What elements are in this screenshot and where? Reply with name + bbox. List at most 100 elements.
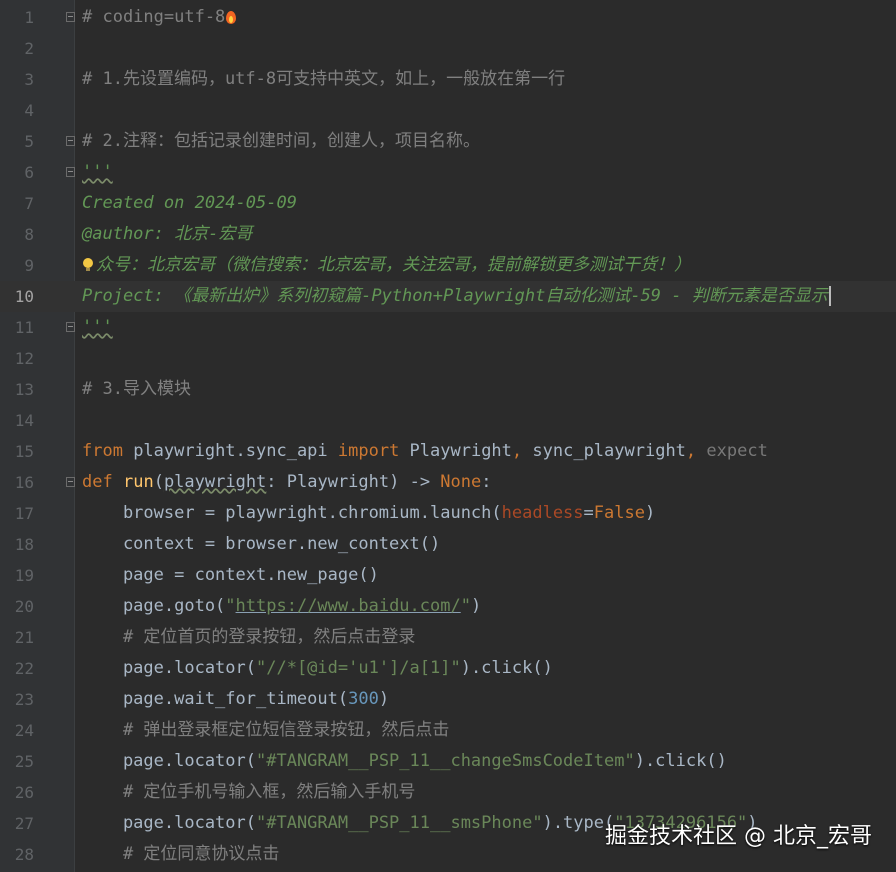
keyword-none: None <box>440 472 482 492</box>
string-literal: "//*[@id='u1']/a[1]" <box>256 658 461 678</box>
line-number: 28 <box>14 845 34 864</box>
line-number: 7 <box>24 194 34 213</box>
code-line[interactable]: 4 <box>0 95 896 126</box>
docstring-open: ''' <box>82 162 113 182</box>
keyword-false: False <box>593 503 645 523</box>
comma: , <box>511 441 523 461</box>
code-line[interactable]: 3 # 1.先设置编码，utf-8可支持中英文，如上，一般放在第一行 <box>0 64 896 95</box>
comment-text: # 3.导入模块 <box>82 379 191 399</box>
code-line[interactable]: 24 # 弹出登录框定位短信登录按钮，然后点击 <box>0 715 896 746</box>
line-number: 25 <box>14 752 34 771</box>
line-number: 4 <box>24 101 34 120</box>
code-line[interactable]: 25 page.locator("#TANGRAM__PSP_11__chang… <box>0 746 896 777</box>
function-definition: def run(playwright: Playwright) -> None: <box>82 472 492 492</box>
code-line[interactable]: 23 page.wait_for_timeout(300) <box>0 684 896 715</box>
line-number: 17 <box>14 504 34 523</box>
imported-name: sync_playwright <box>522 441 686 461</box>
module-name: playwright.sync_api <box>122 441 338 461</box>
keyword-def: def <box>82 472 113 492</box>
line-number: 13 <box>14 380 34 399</box>
fold-icon[interactable] <box>66 322 75 332</box>
docstring-text: 众号：北京宏哥（微信搜索：北京宏哥，关注宏哥，提前解锁更多测试干货！） <box>96 255 691 275</box>
watermark: 掘金技术社区 @ 北京_宏哥 <box>605 824 872 849</box>
fire-icon <box>225 9 237 25</box>
code-line[interactable]: 6 ''' <box>0 157 896 188</box>
comma: , <box>685 441 697 461</box>
code-line[interactable]: 18 context = browser.new_context() <box>0 529 896 560</box>
line-number: 3 <box>24 70 34 89</box>
line-number: 20 <box>14 597 34 616</box>
line-number: 11 <box>14 318 34 337</box>
lightbulb-icon[interactable] <box>82 258 94 272</box>
comment-text: # 定位首页的登录按钮，然后点击登录 <box>82 627 416 647</box>
line-number: 12 <box>14 349 34 368</box>
code-line[interactable]: 9 众号：北京宏哥（微信搜索：北京宏哥，关注宏哥，提前解锁更多测试干货！） <box>0 250 896 281</box>
line-number: 16 <box>14 473 34 492</box>
line-number: 23 <box>14 690 34 709</box>
keyword-from: from <box>82 441 123 461</box>
line-number: 26 <box>14 783 34 802</box>
line-number: 24 <box>14 721 34 740</box>
line-number: 2 <box>24 39 34 58</box>
code-line[interactable]: 12 <box>0 343 896 374</box>
code-line[interactable]: 21 # 定位首页的登录按钮，然后点击登录 <box>0 622 896 653</box>
code-line[interactable]: 7 Created on 2024-05-09 <box>0 188 896 219</box>
comment-text: # 定位同意协议点击 <box>82 844 280 864</box>
import-statement: from playwright.sync_api import Playwrig… <box>82 436 768 467</box>
string-literal: "#TANGRAM__PSP_11__changeSmsCodeItem" <box>256 751 635 771</box>
docstring-text: Created on 2024-05-09 <box>82 193 297 213</box>
fold-icon[interactable] <box>66 12 75 22</box>
line-number: 19 <box>14 566 34 585</box>
parameter-name: playwright <box>163 472 267 492</box>
line-number: 21 <box>14 628 34 647</box>
keyword-import: import <box>337 441 400 461</box>
line-number: 18 <box>14 535 34 554</box>
comment-text: # coding=utf-8 <box>82 7 226 27</box>
fold-icon[interactable] <box>66 136 75 146</box>
comment-text: # 定位手机号输入框，然后输入手机号 <box>82 782 416 802</box>
code-line[interactable]: 17 browser = playwright.chromium.launch(… <box>0 498 896 529</box>
line-number: 5 <box>24 132 34 151</box>
line-number: 22 <box>14 659 34 678</box>
line-number: 8 <box>24 225 34 244</box>
docstring-close: ''' <box>82 317 113 337</box>
code-line[interactable]: 5 # 2.注释：包括记录创建时间，创建人，项目名称。 <box>0 126 896 157</box>
code-text: context = browser.new_context() <box>82 534 441 554</box>
line-number: 9 <box>24 256 34 275</box>
code-line[interactable]: 22 page.locator("//*[@id='u1']/a[1]").cl… <box>0 653 896 684</box>
url-link[interactable]: https://www.baidu.com/ <box>236 596 461 616</box>
line-number: 1 <box>24 8 34 27</box>
code-editor[interactable]: 1 # coding=utf-8 2 3 # 1.先设置编码，utf-8可支持中… <box>0 0 896 872</box>
comment-text: # 1.先设置编码，utf-8可支持中英文，如上，一般放在第一行 <box>82 69 566 89</box>
line-number: 27 <box>14 814 34 833</box>
unused-import: expect <box>696 441 768 461</box>
line-number: 14 <box>14 411 34 430</box>
code-line[interactable]: 1 # coding=utf-8 <box>0 2 896 33</box>
code-line[interactable]: 26 # 定位手机号输入框，然后输入手机号 <box>0 777 896 808</box>
line-number: 10 <box>14 287 34 306</box>
code-line-current[interactable]: 10 Project: 《最新出炉》系列初窥篇-Python+Playwrigh… <box>0 281 896 312</box>
code-line[interactable]: 19 page = context.new_page() <box>0 560 896 591</box>
fold-icon[interactable] <box>66 477 75 487</box>
code-line[interactable]: 16 def run(playwright: Playwright) -> No… <box>0 467 896 498</box>
code-line[interactable]: 11 ''' <box>0 312 896 343</box>
number-literal: 300 <box>348 689 379 709</box>
docstring-text: @author: 北京-宏哥 <box>82 224 253 244</box>
code-line[interactable]: 20 page.goto("https://www.baidu.com/") <box>0 591 896 622</box>
comment-text: # 2.注释：包括记录创建时间，创建人，项目名称。 <box>82 131 480 151</box>
string-literal: "#TANGRAM__PSP_11__smsPhone" <box>256 813 543 833</box>
code-line[interactable]: 14 <box>0 405 896 436</box>
keyword-argument: headless <box>501 503 584 523</box>
comment-text: # 弹出登录框定位短信登录按钮，然后点击 <box>82 720 450 740</box>
line-number: 6 <box>24 163 34 182</box>
code-line[interactable]: 15 from playwright.sync_api import Playw… <box>0 436 896 467</box>
code-line[interactable]: 2 <box>0 33 896 64</box>
fold-icon[interactable] <box>66 167 75 177</box>
code-line[interactable]: 8 @author: 北京-宏哥 <box>0 219 896 250</box>
docstring-text: Project: 《最新出炉》系列初窥篇-Python+Playwright自动… <box>82 286 828 306</box>
function-name: run <box>122 472 154 492</box>
imported-name: Playwright <box>399 441 512 461</box>
line-number: 15 <box>14 442 34 461</box>
code-line[interactable]: 13 # 3.导入模块 <box>0 374 896 405</box>
text-cursor <box>828 286 831 306</box>
